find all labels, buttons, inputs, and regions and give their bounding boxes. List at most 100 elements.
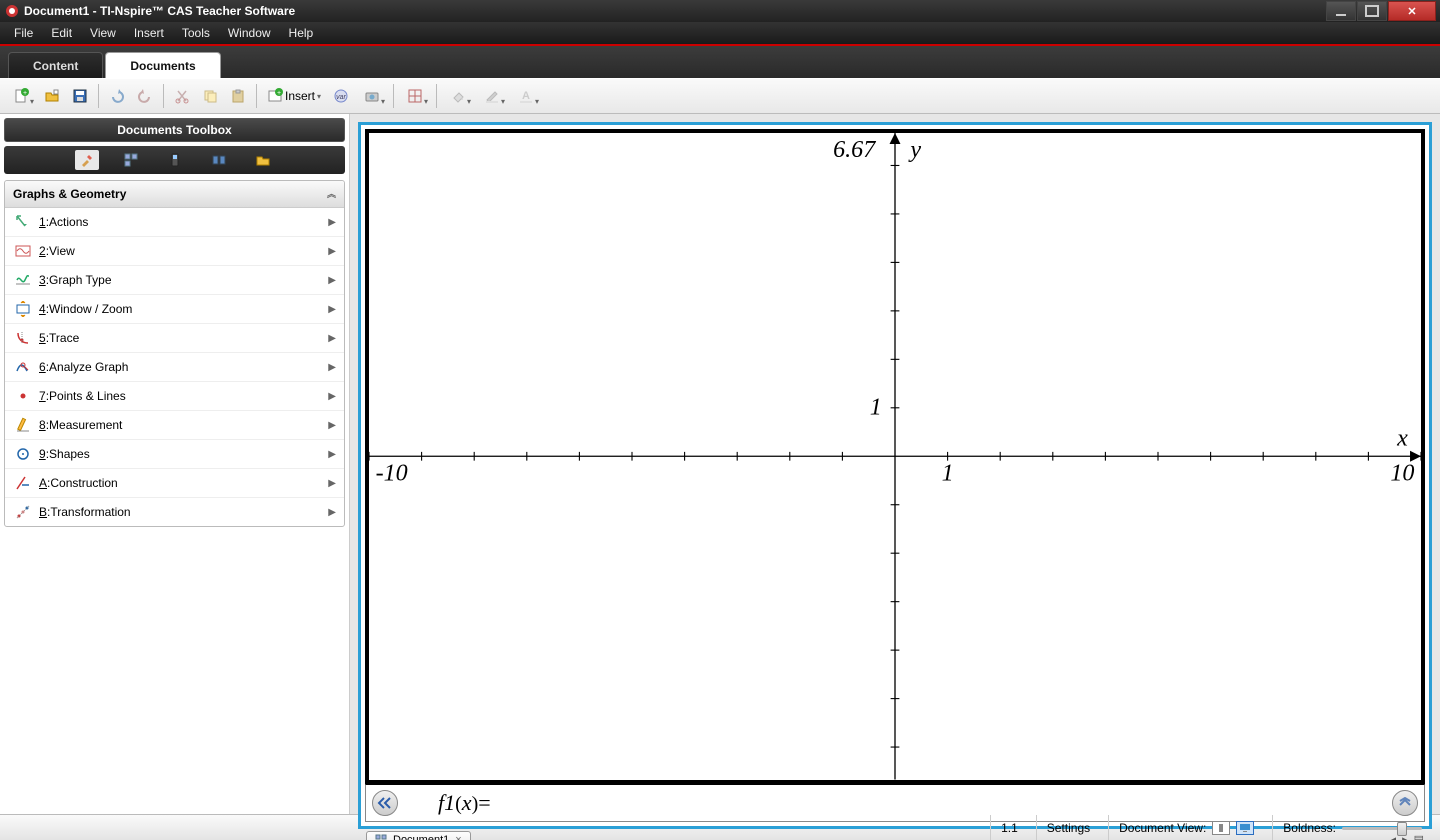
sidebar-item-label: 7:Points & Lines <box>39 389 328 403</box>
svg-text:y: y <box>907 137 921 163</box>
menu-view[interactable]: View <box>82 24 124 42</box>
sidebar-item-transformation[interactable]: B:Transformation▶ <box>5 498 344 526</box>
submenu-arrow-icon: ▶ <box>328 449 336 460</box>
sidebar-item-label: 8:Measurement <box>39 418 328 432</box>
redo-button[interactable] <box>133 84 157 108</box>
svg-text:x: x <box>1396 425 1408 451</box>
workspace-tabstrip: Content Documents <box>0 46 1440 78</box>
sidebar-tab-tools[interactable] <box>75 150 99 170</box>
sidebar-item-icon <box>13 446 33 462</box>
undo-button[interactable] <box>105 84 129 108</box>
boldness-control: Boldness: <box>1272 815 1432 840</box>
entry-prev-button[interactable] <box>372 790 398 816</box>
document-tab-icon <box>375 834 387 840</box>
settings-button[interactable]: Settings <box>1036 815 1100 840</box>
sidebar-item-actions[interactable]: 1:Actions▶ <box>5 208 344 237</box>
svg-text:+: + <box>23 90 27 97</box>
document-tab-1[interactable]: Document1 × <box>366 831 471 840</box>
entry-expand-button[interactable] <box>1392 790 1418 816</box>
save-button[interactable] <box>68 84 92 108</box>
paste-button[interactable] <box>226 84 250 108</box>
sidebar-item-icon <box>13 417 33 433</box>
sidebar-item-icon <box>13 214 33 230</box>
menu-insert[interactable]: Insert <box>126 24 172 42</box>
color-fill-button[interactable] <box>443 84 473 108</box>
menu-tools[interactable]: Tools <box>174 24 218 42</box>
sidebar-item-icon <box>13 388 33 404</box>
sidebar-item-measurement[interactable]: 8:Measurement▶ <box>5 411 344 440</box>
sidebar-item-label: 4:Window / Zoom <box>39 302 328 316</box>
submenu-arrow-icon: ▶ <box>328 391 336 402</box>
document-view-label: Document View: <box>1108 815 1264 840</box>
tab-content[interactable]: Content <box>8 52 103 78</box>
screen-capture-button[interactable] <box>357 84 387 108</box>
submenu-arrow-icon: ▶ <box>328 275 336 286</box>
color-line-button[interactable] <box>477 84 507 108</box>
sidebar-tab-utilities[interactable] <box>207 150 231 170</box>
sidebar-item-label: 3:Graph Type <box>39 273 328 287</box>
svg-text:-10: -10 <box>376 460 408 486</box>
close-button[interactable] <box>1388 1 1436 21</box>
color-text-button[interactable]: A <box>511 84 541 108</box>
submenu-arrow-icon: ▶ <box>328 507 336 518</box>
menu-window[interactable]: Window <box>220 24 279 42</box>
menu-help[interactable]: Help <box>281 24 322 42</box>
sidebar-item-view[interactable]: 2:View▶ <box>5 237 344 266</box>
minimize-button[interactable] <box>1326 1 1356 21</box>
sidebar-item-label: B:Transformation <box>39 505 328 519</box>
sidebar-item-points-lines[interactable]: 7:Points & Lines▶ <box>5 382 344 411</box>
submenu-arrow-icon: ▶ <box>328 304 336 315</box>
open-document-button[interactable] <box>40 84 64 108</box>
sidebar-tab-explorer[interactable] <box>251 150 275 170</box>
page-layout-button[interactable] <box>400 84 430 108</box>
entry-function-label[interactable]: f1(x)= <box>438 790 491 816</box>
submenu-arrow-icon: ▶ <box>328 362 336 373</box>
sidebar-item-icon <box>13 243 33 259</box>
sidebar-item-icon <box>13 504 33 520</box>
copy-button[interactable] <box>198 84 222 108</box>
computer-view-button[interactable] <box>1236 821 1254 835</box>
titlebar: Document1 - TI-Nspire™ CAS Teacher Softw… <box>0 0 1440 22</box>
sidebar-item-graph-type[interactable]: 3:Graph Type▶ <box>5 266 344 295</box>
sidebar-tab-emulator[interactable] <box>163 150 187 170</box>
submenu-arrow-icon: ▶ <box>328 478 336 489</box>
svg-text:A: A <box>522 90 530 102</box>
svg-text:+: + <box>277 90 281 97</box>
variable-button[interactable]: var <box>329 84 353 108</box>
svg-text:6.67: 6.67 <box>833 137 876 163</box>
sidebar-item-analyze-graph[interactable]: 6:Analyze Graph▶ <box>5 353 344 382</box>
sidebar-item-window-zoom[interactable]: 4:Window / Zoom▶ <box>5 295 344 324</box>
menu-file[interactable]: File <box>6 24 41 42</box>
sidebar-item-shapes[interactable]: 9:Shapes▶ <box>5 440 344 469</box>
insert-dropdown[interactable]: + Insert ▾ <box>263 84 325 108</box>
sidebar: Documents Toolbox Graphs & Geometry︽ 1:A… <box>0 114 350 814</box>
sidebar-item-icon <box>13 272 33 288</box>
svg-text:1: 1 <box>942 460 954 486</box>
sidebar-item-trace[interactable]: 5:Trace▶ <box>5 324 344 353</box>
sidebar-item-label: 5:Trace <box>39 331 328 345</box>
handheld-view-button[interactable] <box>1212 821 1230 835</box>
sidebar-tab-sorter[interactable] <box>119 150 143 170</box>
maximize-button[interactable] <box>1357 1 1387 21</box>
graphs-geometry-header[interactable]: Graphs & Geometry︽ <box>5 181 344 208</box>
svg-text:1: 1 <box>870 394 882 420</box>
submenu-arrow-icon: ▶ <box>328 217 336 228</box>
tab-documents[interactable]: Documents <box>105 52 220 78</box>
svg-text:var: var <box>336 94 346 101</box>
sidebar-item-construction[interactable]: A:Construction▶ <box>5 469 344 498</box>
sidebar-item-label: 1:Actions <box>39 215 328 229</box>
submenu-arrow-icon: ▶ <box>328 420 336 431</box>
window-title: Document1 - TI-Nspire™ CAS Teacher Softw… <box>24 4 1325 18</box>
sidebar-tabs <box>4 146 345 174</box>
boldness-slider[interactable] <box>1342 821 1422 835</box>
document-tab-close-icon[interactable]: × <box>455 834 461 840</box>
graph-view[interactable]: -1011016.67yx <box>365 129 1425 784</box>
document-area: -1011016.67yx f1(x)= Document1 × ◂ ▸ ▤ <box>350 114 1440 814</box>
menu-edit[interactable]: Edit <box>43 24 80 42</box>
page-indicator[interactable]: 1.1 <box>990 815 1028 840</box>
graphs-geometry-panel: Graphs & Geometry︽ 1:Actions▶2:View▶3:Gr… <box>4 180 345 527</box>
menubar: File Edit View Insert Tools Window Help <box>0 22 1440 46</box>
new-document-button[interactable]: + <box>6 84 36 108</box>
submenu-arrow-icon: ▶ <box>328 246 336 257</box>
cut-button[interactable] <box>170 84 194 108</box>
